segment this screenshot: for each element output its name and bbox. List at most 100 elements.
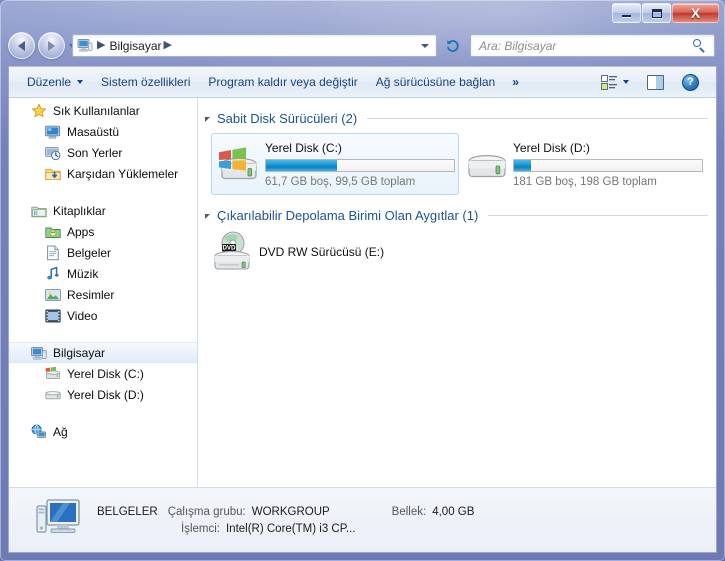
- documents-icon: [45, 245, 61, 261]
- sidebar-label-video: Video: [67, 308, 98, 323]
- sidebar-item-music[interactable]: Müzik: [9, 263, 197, 284]
- drive-tile-c[interactable]: Yerel Disk (C:) 61,7 GB boş, 99,5 GB top…: [211, 133, 459, 195]
- sidebar-item-recent-places[interactable]: Son Yerler: [9, 142, 197, 163]
- sidebar-item-documents[interactable]: Belgeler: [9, 242, 197, 263]
- search-input[interactable]: Ara: Bilgisayar: [479, 39, 556, 53]
- back-button[interactable]: [8, 32, 35, 59]
- sidebar-item-local-disk-c[interactable]: Yerel Disk (C:): [9, 363, 197, 384]
- preview-pane-icon: [647, 74, 664, 90]
- sidebar-item-desktop[interactable]: Masaüstü: [9, 121, 197, 142]
- sidebar-label-documents: Belgeler: [67, 245, 112, 260]
- memory-value: 4,00 GB: [432, 505, 475, 518]
- sidebar-label-libraries: Kitaplıklar: [53, 203, 106, 218]
- sidebar-label-computer: Bilgisayar: [53, 345, 106, 360]
- sidebar-label-desktop: Masaüstü: [67, 124, 120, 139]
- sidebar-item-favorites[interactable]: Sık Kullanılanlar: [9, 100, 197, 121]
- minimize-button[interactable]: [612, 3, 641, 23]
- details-pane: BELGELER Çalışma grubu: WORKGROUP Bellek…: [9, 487, 716, 552]
- chevron-down-icon: [77, 80, 84, 84]
- close-button[interactable]: X: [672, 3, 719, 23]
- dvd-drive-icon: DVD: [211, 231, 253, 273]
- network-icon: [31, 424, 47, 440]
- music-icon: [45, 266, 61, 282]
- group-divider: [488, 214, 708, 216]
- drive-tile-d[interactable]: Yerel Disk (D:) 181 GB boş, 198 GB topla…: [459, 133, 707, 195]
- toolbar-map-network-drive-button[interactable]: Ağ sürücüsüne bağlan: [367, 72, 504, 92]
- sidebar-item-pictures[interactable]: Resimler: [9, 284, 197, 305]
- content-pane[interactable]: Sabit Disk Sürücüleri (2) Yerel Disk (C:…: [199, 98, 716, 508]
- recent-places-icon: [45, 145, 61, 161]
- sidebar-label-local-disk-d: Yerel Disk (D:): [67, 387, 144, 402]
- computer-icon: [31, 345, 47, 361]
- change-view-button[interactable]: [592, 72, 638, 93]
- address-bar[interactable]: ▶ Bilgisayar ▶: [72, 34, 437, 57]
- details-line-2: İşlemci: Intel(R) Core(TM) i3 CP...: [97, 520, 474, 537]
- sidebar-group-libraries: Kitaplıklar Apps Belgeler Müzik Resimler…: [9, 200, 197, 326]
- sidebar-item-apps[interactable]: Apps: [9, 221, 197, 242]
- command-bar: Düzenle Sistem özellikleri Program kaldı…: [9, 67, 716, 98]
- nav-buttons: [8, 32, 75, 59]
- sidebar-item-computer[interactable]: Bilgisayar: [9, 342, 197, 363]
- chevron-down-icon: [623, 80, 629, 84]
- breadcrumb-separator-1[interactable]: ▶: [164, 40, 172, 51]
- desktop-icon: [45, 124, 61, 140]
- downloads-icon: [45, 166, 61, 182]
- maximize-button[interactable]: [642, 3, 671, 23]
- sidebar-item-local-disk-d[interactable]: Yerel Disk (D:): [9, 384, 197, 405]
- sidebar-label-local-disk-c: Yerel Disk (C:): [67, 366, 144, 381]
- star-icon: [31, 103, 47, 119]
- breadcrumb-item-computer[interactable]: Bilgisayar: [109, 39, 161, 53]
- drive-name-c: Yerel Disk (C:): [265, 141, 342, 155]
- drive-capacity-d: 181 GB boş, 198 GB toplam: [513, 176, 657, 188]
- sidebar-group-network: Ağ: [9, 421, 197, 442]
- device-name-dvd: DVD RW Sürücüsü (E:): [259, 245, 385, 259]
- processor-value: Intel(R) Core(TM) i3 CP...: [225, 522, 356, 535]
- toolbar-uninstall-change-program-button[interactable]: Program kaldır veya değiştir: [199, 72, 366, 92]
- sidebar-group-computer: Bilgisayar Yerel Disk (C:) Yerel Disk (D…: [9, 342, 197, 405]
- drive-name-d: Yerel Disk (D:): [513, 141, 590, 155]
- computer-icon: [77, 38, 93, 53]
- group-header-removable[interactable]: Çıkarılabilir Depolama Birimi Olan Aygıt…: [205, 205, 716, 225]
- search-box[interactable]: Ara: Bilgisayar: [470, 34, 715, 57]
- toolbar-organize-button[interactable]: Düzenle: [18, 72, 92, 92]
- sidebar-item-network[interactable]: Ağ: [9, 421, 197, 442]
- address-dropdown-icon[interactable]: [421, 43, 429, 48]
- navigation-pane[interactable]: Sık Kullanılanlar Masaüstü Son Yerler Ka…: [9, 98, 198, 508]
- details-line-1: BELGELER Çalışma grubu: WORKGROUP Bellek…: [97, 503, 474, 520]
- sidebar-label-recent-places: Son Yerler: [67, 145, 123, 160]
- forward-button[interactable]: [38, 32, 65, 59]
- breadcrumb-separator-0: ▶: [97, 39, 106, 51]
- collapse-triangle-icon[interactable]: [205, 214, 210, 219]
- capacity-bar-fill-c: [266, 160, 338, 171]
- group-header-hard-disks[interactable]: Sabit Disk Sürücüleri (2): [205, 108, 716, 128]
- device-item-dvd[interactable]: DVD DVD RW Sürücüsü (E:): [199, 231, 716, 273]
- help-button[interactable]: ?: [673, 71, 708, 94]
- show-preview-pane-button[interactable]: [638, 72, 673, 93]
- capacity-bar-fill-d: [514, 160, 531, 171]
- capacity-bar-c: [265, 159, 455, 172]
- collapse-triangle-icon[interactable]: [205, 117, 210, 122]
- sidebar-label-favorites: Sık Kullanılanlar: [53, 103, 140, 118]
- title-bar: X: [0, 0, 725, 28]
- libraries-icon: [31, 203, 47, 219]
- sidebar-label-apps: Apps: [67, 224, 95, 239]
- navigation-bar: ▶ Bilgisayar ▶ Ara: Bilgisayar: [0, 29, 725, 64]
- drive-tile-list: Yerel Disk (C:) 61,7 GB boş, 99,5 GB top…: [199, 133, 716, 195]
- capacity-bar-d: [513, 159, 703, 172]
- sidebar-item-video[interactable]: Video: [9, 305, 197, 326]
- minimize-icon: [622, 15, 631, 17]
- refresh-button[interactable]: [442, 35, 464, 56]
- sidebar-item-downloads[interactable]: Karşıdan Yüklemeler: [9, 163, 197, 184]
- sidebar-label-music: Müzik: [67, 266, 99, 281]
- sidebar-item-libraries[interactable]: Kitaplıklar: [9, 200, 197, 221]
- workgroup-value: WORKGROUP: [251, 505, 330, 518]
- system-drive-icon: [45, 366, 61, 382]
- computer-name: BELGELER: [97, 505, 158, 518]
- computer-icon: [35, 498, 83, 542]
- toolbar-system-properties-button[interactable]: Sistem özellikleri: [92, 72, 199, 92]
- maximize-icon: [651, 8, 662, 18]
- sidebar-label-pictures: Resimler: [67, 287, 115, 302]
- pictures-icon: [45, 287, 61, 303]
- toolbar-overflow-button[interactable]: »: [504, 72, 527, 92]
